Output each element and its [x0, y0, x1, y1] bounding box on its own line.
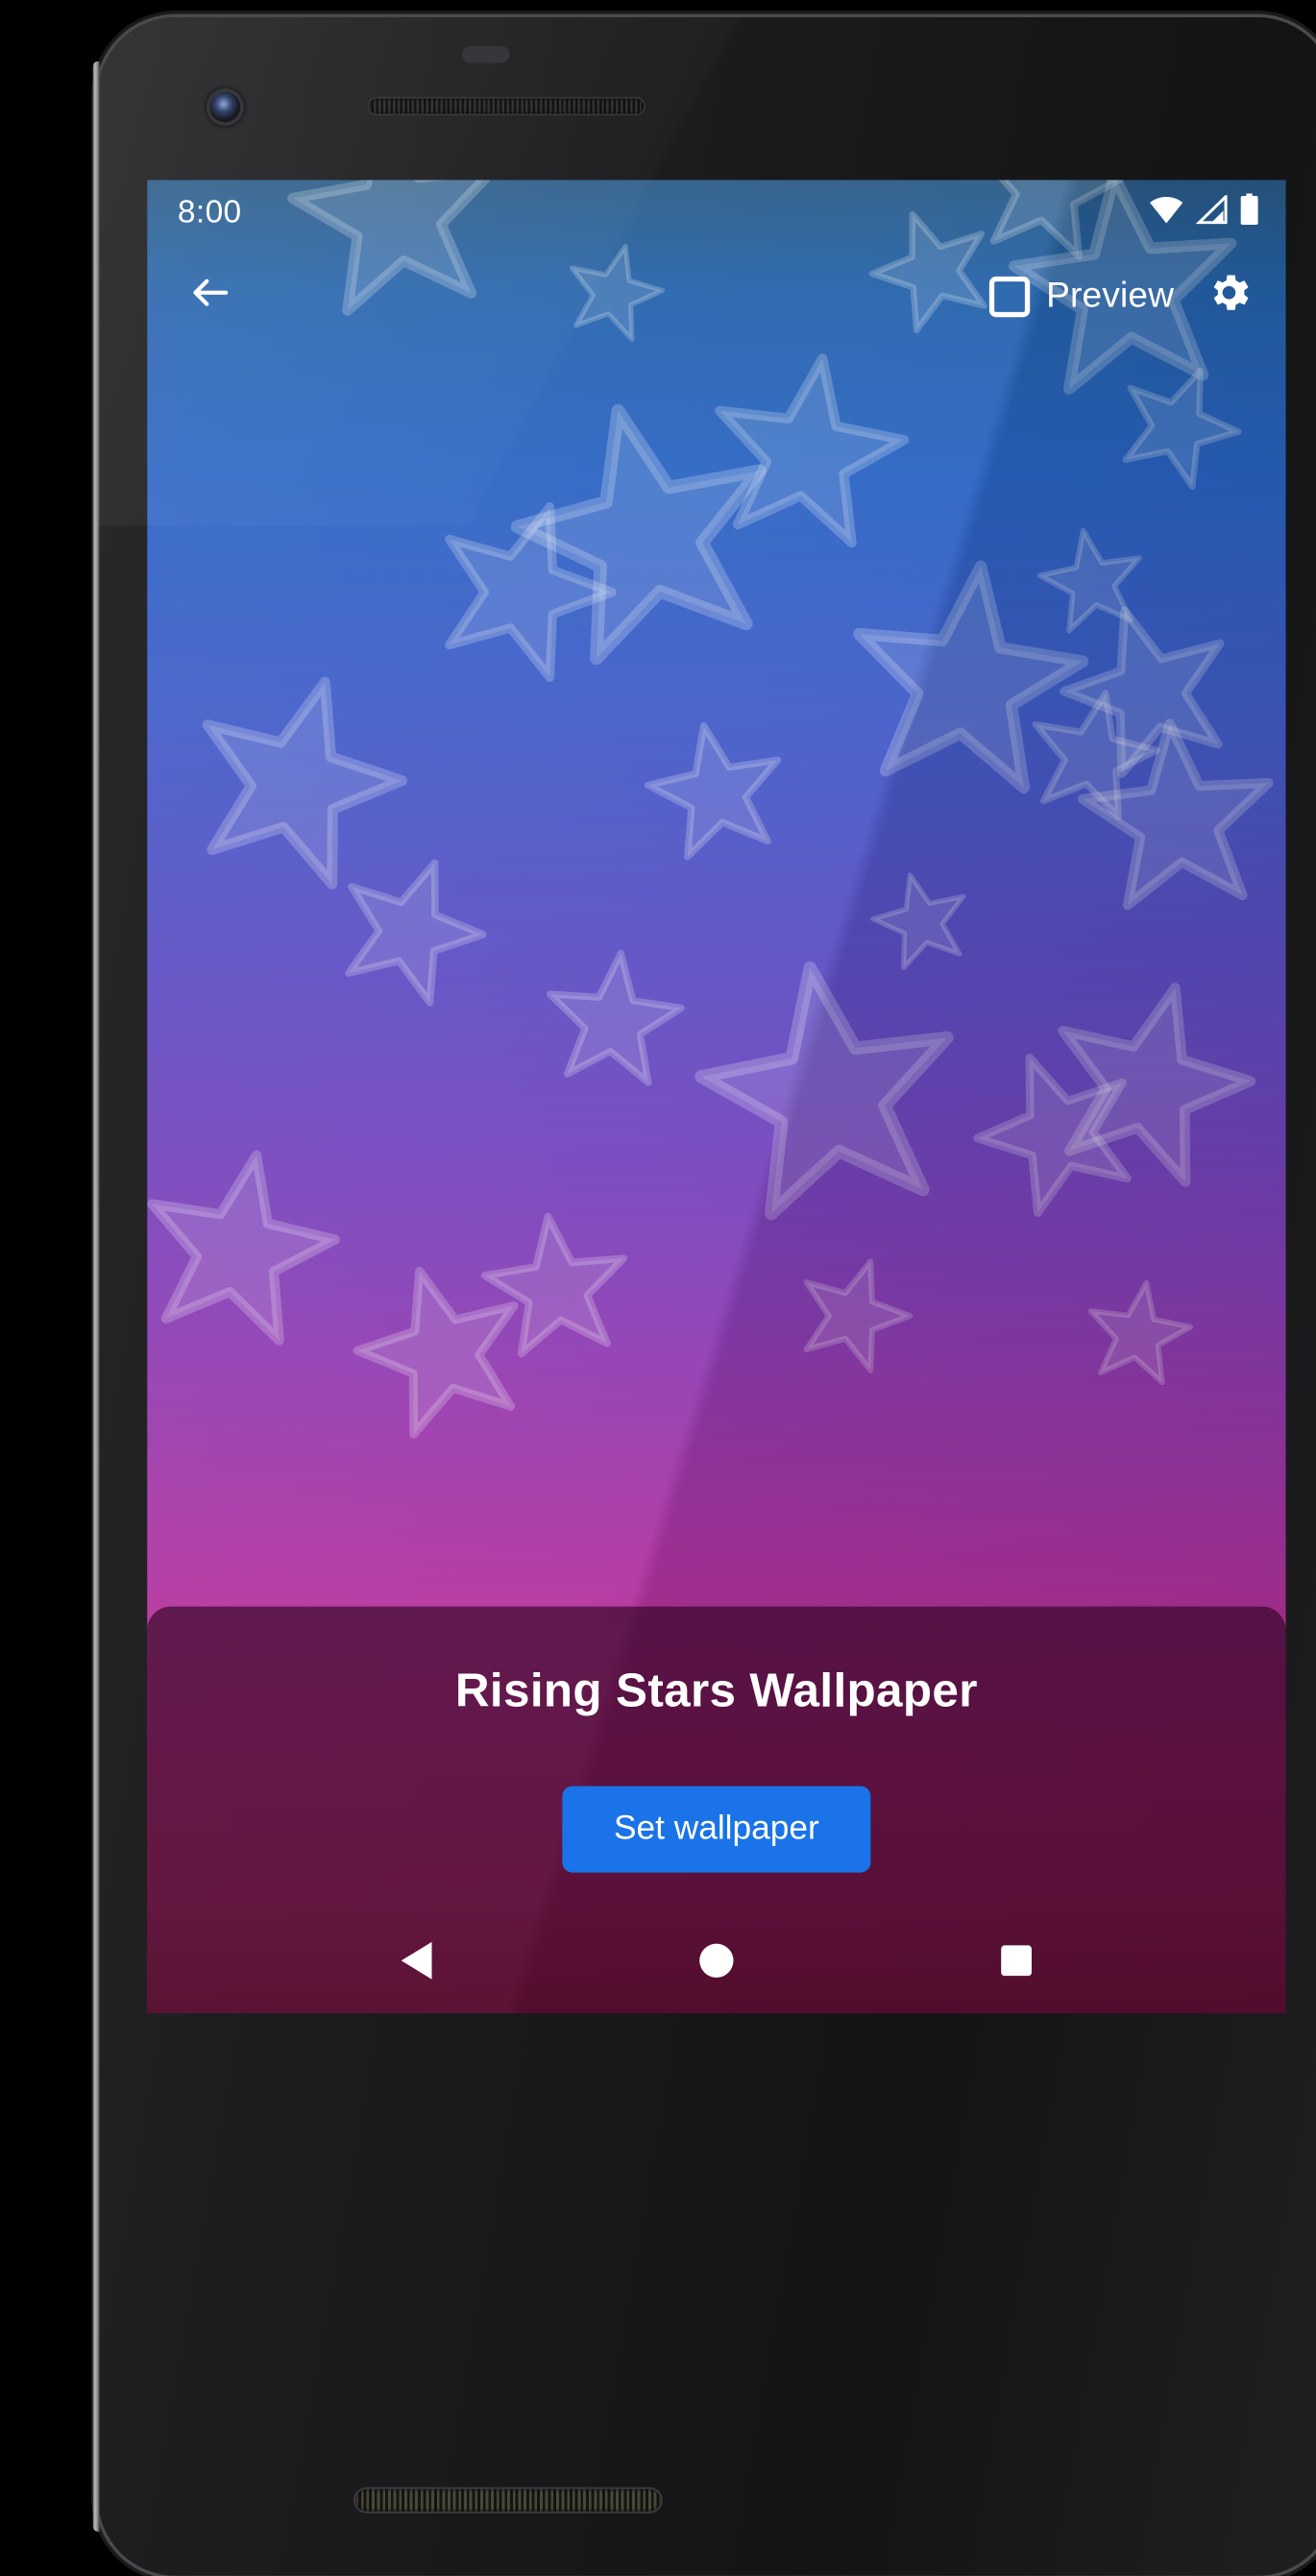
wallpaper-title: Rising Stars Wallpaper [454, 1664, 978, 1717]
wallpaper-star [669, 935, 991, 1257]
wallpaper-star [401, 470, 646, 715]
preview-checkbox[interactable] [988, 276, 1030, 318]
wallpaper-star [857, 859, 986, 987]
wallpaper-star [531, 940, 696, 1106]
wallpaper-star [1034, 577, 1265, 809]
wallpaper-star [1072, 1269, 1204, 1400]
wallpaper-star [1063, 707, 1286, 936]
nav-home-button[interactable] [679, 1924, 754, 1999]
front-camera-icon [209, 91, 241, 123]
arrow-left-icon [187, 270, 233, 324]
nav-recents-square-icon [1001, 1945, 1033, 1977]
left-side-rail [92, 61, 100, 2532]
earpiece-speaker [369, 98, 645, 114]
cellular-signal-icon [1195, 193, 1229, 232]
wallpaper-star [1026, 517, 1158, 649]
bottom-speaker [355, 2489, 661, 2512]
wifi-icon [1149, 195, 1184, 232]
wallpaper-star [147, 1129, 362, 1376]
preview-toggle[interactable]: Preview [986, 270, 1178, 324]
phone-screen: 8:00 Preview Rising Stars Wallpaper Set … [147, 180, 1286, 2013]
back-button[interactable] [174, 261, 245, 332]
wallpaper-star [1014, 952, 1284, 1222]
wallpaper-star [154, 643, 437, 926]
gear-icon [1204, 268, 1253, 326]
wallpaper-star [944, 1019, 1172, 1247]
phone-body: 8:00 Preview Rising Stars Wallpaper Set … [92, 17, 1316, 2576]
battery-icon [1240, 193, 1258, 233]
wallpaper-star [469, 1201, 646, 1377]
wallpaper-star [307, 830, 511, 1033]
wallpaper-star [329, 1239, 558, 1469]
set-wallpaper-button[interactable]: Set wallpaper [563, 1786, 870, 1873]
proximity-sensor [462, 45, 510, 63]
status-bar-icons [1149, 193, 1259, 233]
wallpaper-star [1009, 673, 1176, 840]
wallpaper-star [775, 1239, 931, 1395]
status-bar-clock: 8:00 [177, 195, 242, 231]
wallpaper-star [628, 706, 804, 882]
wallpaper-star [687, 333, 929, 575]
app-toolbar: Preview [147, 248, 1285, 346]
nav-back-triangle-icon [401, 1941, 431, 1980]
settings-button[interactable] [1194, 263, 1262, 331]
status-bar: 8:00 [147, 180, 1285, 248]
android-navigation-bar [147, 1908, 1285, 2013]
nav-recents-button[interactable] [980, 1924, 1055, 1999]
toolbar-actions: Preview [986, 263, 1262, 331]
nav-home-circle-icon [699, 1943, 734, 1978]
wallpaper-star [478, 368, 817, 707]
wallpaper-star [1091, 341, 1263, 513]
device-frame: 8:00 Preview Rising Stars Wallpaper Set … [48, 8, 1316, 2576]
wallpaper-star [824, 542, 1109, 827]
preview-label: Preview [1046, 276, 1175, 316]
nav-back-button[interactable] [378, 1924, 453, 1999]
